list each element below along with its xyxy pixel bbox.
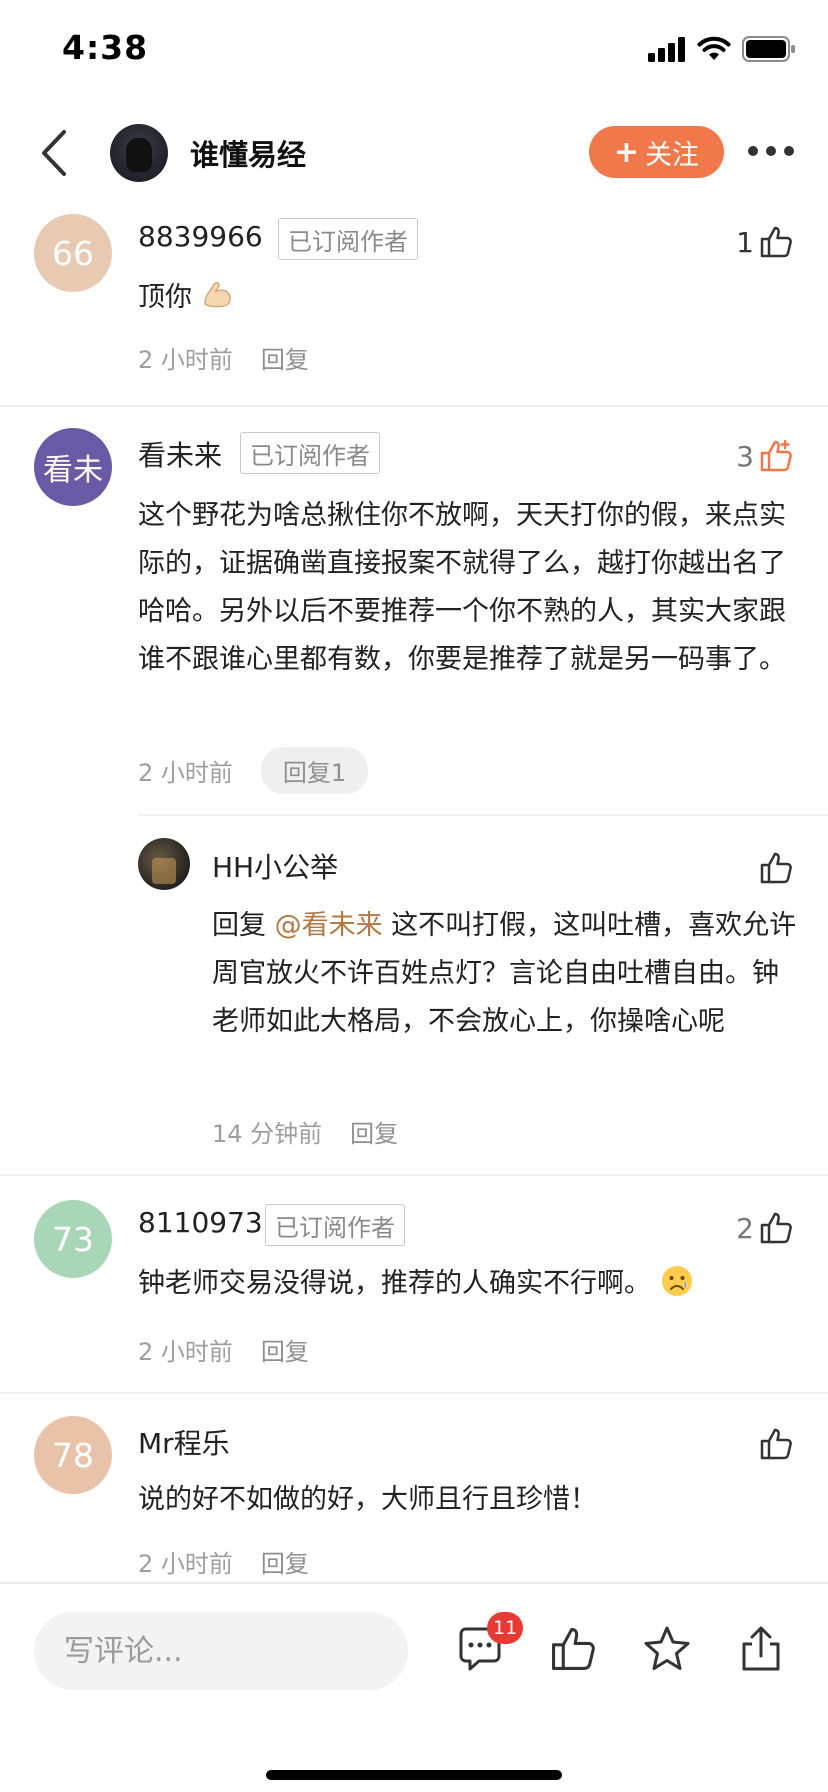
divider (0, 1174, 828, 1176)
subscriber-badge: 已订阅作者 (265, 1204, 405, 1246)
username[interactable]: Mr程乐 (138, 1422, 230, 1462)
like-button[interactable] (758, 848, 794, 888)
sad-face-icon (661, 1266, 692, 1296)
avatar[interactable]: 看未 (34, 428, 112, 506)
timestamp: 2 小时前 (138, 1338, 233, 1366)
like-button[interactable]: 3 (736, 436, 794, 476)
reply-button[interactable]: 回复 (350, 1114, 398, 1149)
article-header: 谁懂易经 + 关注 (0, 100, 828, 204)
reply-button[interactable]: 回复 (261, 1332, 309, 1367)
comment-item: 73 8110973 已订阅作者 2 钟老师交易没得说，推荐的人确实不行啊。 2… (0, 1196, 828, 1386)
username[interactable]: 看未来 (138, 434, 222, 474)
home-indicator[interactable] (266, 1770, 562, 1780)
like-count: 2 (736, 1211, 754, 1245)
comment-text: 这个野花为啥总揪住你不放啊，天天打你的假，来点实际的，证据确凿直接报案不就得了么… (138, 500, 786, 675)
like-article-button[interactable] (548, 1624, 598, 1674)
comment-input[interactable] (34, 1612, 408, 1690)
comment-item: 看未 看未来 已订阅作者 3 这个野花为啥总揪住你不放啊，天天打你的假，来点实际… (0, 424, 828, 794)
follow-label: 关注 (645, 139, 700, 171)
author-avatar[interactable] (110, 124, 168, 182)
divider (0, 1392, 828, 1394)
bottom-action-bar: 11 (0, 1582, 828, 1792)
comment-meta: 2 小时前 回复1 (138, 747, 369, 794)
comment-item: 78 Mr程乐 说的好不如做的好，大师且行且珍惜！ 2 小时前 回复 (0, 1412, 828, 1582)
avatar[interactable] (138, 838, 190, 890)
reply-text: 回复 @看未来 这不叫打假，这叫吐槽，喜欢允许周官放火不许百姓点灯？言论自由吐槽… (212, 910, 797, 1037)
author-name[interactable]: 谁懂易经 (190, 132, 306, 174)
thumbs-up-icon (760, 226, 792, 258)
comment-meta: 2 小时前 回复 (138, 340, 309, 375)
username[interactable]: HH小公举 (212, 846, 338, 886)
share-button[interactable] (736, 1624, 786, 1674)
like-button[interactable] (758, 1424, 794, 1464)
comment-text: 顶你 (138, 274, 798, 322)
timestamp: 2 小时前 (138, 346, 233, 374)
timestamp: 2 小时前 (138, 759, 233, 787)
username[interactable]: 8839966 (138, 220, 263, 253)
reply-button[interactable]: 回复 (261, 340, 309, 375)
battery-icon (742, 36, 796, 62)
thumbs-up-icon (760, 1212, 792, 1244)
status-time: 4:38 (62, 28, 149, 67)
divider (138, 814, 828, 816)
subscriber-badge: 已订阅作者 (240, 432, 380, 474)
comment-count-badge: 11 (487, 1612, 524, 1644)
like-count: 3 (736, 439, 754, 473)
username[interactable]: 8110973 (138, 1206, 263, 1239)
status-bar: 4:38 (0, 0, 828, 100)
timestamp: 2 小时前 (138, 1550, 233, 1578)
thumbs-up-liked-icon (760, 439, 792, 472)
thumbs-up-icon (552, 1628, 595, 1670)
avatar[interactable]: 73 (34, 1200, 112, 1278)
subscriber-badge: 已订阅作者 (278, 218, 418, 260)
reply-item: HH小公举 回复 @看未来 这不叫打假，这叫吐槽，喜欢允许周官放火不许百姓点灯？… (0, 830, 828, 1160)
mention-link[interactable]: @看未来 (275, 910, 383, 941)
wifi-icon (696, 34, 732, 62)
avatar[interactable]: 78 (34, 1416, 112, 1494)
view-replies-button[interactable]: 回复1 (260, 747, 369, 794)
like-button[interactable]: 1 (736, 222, 794, 262)
comment-meta: 2 小时前 回复 (138, 1544, 309, 1579)
reply-button[interactable]: 回复 (261, 1544, 309, 1579)
thumbs-up-icon (760, 852, 792, 884)
favorite-button[interactable] (642, 1624, 692, 1674)
like-button[interactable]: 2 (736, 1208, 794, 1248)
like-count: 1 (736, 225, 754, 259)
more-options-icon[interactable] (748, 146, 794, 158)
comment-text: 说的好不如做的好，大师且行且珍惜！ (138, 1484, 597, 1515)
comment-text: 钟老师交易没得说，推荐的人确实不行啊。 (138, 1260, 818, 1308)
flexed-biceps-icon (203, 282, 231, 308)
avatar[interactable]: 66 (34, 214, 112, 292)
star-icon (644, 1626, 690, 1670)
back-arrow-icon[interactable] (36, 128, 76, 178)
cellular-signal-icon (648, 36, 688, 62)
timestamp: 14 分钟前 (212, 1120, 323, 1148)
plus-icon: + (613, 134, 640, 170)
follow-button[interactable]: + 关注 (589, 126, 724, 178)
comment-item: 66 8839966 已订阅作者 1 顶你 2 小时前 回复 (0, 210, 828, 406)
divider (0, 405, 828, 407)
thumbs-up-icon (760, 1428, 792, 1460)
comment-meta: 14 分钟前 回复 (212, 1114, 398, 1149)
comment-meta: 2 小时前 回复 (138, 1332, 309, 1367)
share-icon (742, 1626, 780, 1671)
